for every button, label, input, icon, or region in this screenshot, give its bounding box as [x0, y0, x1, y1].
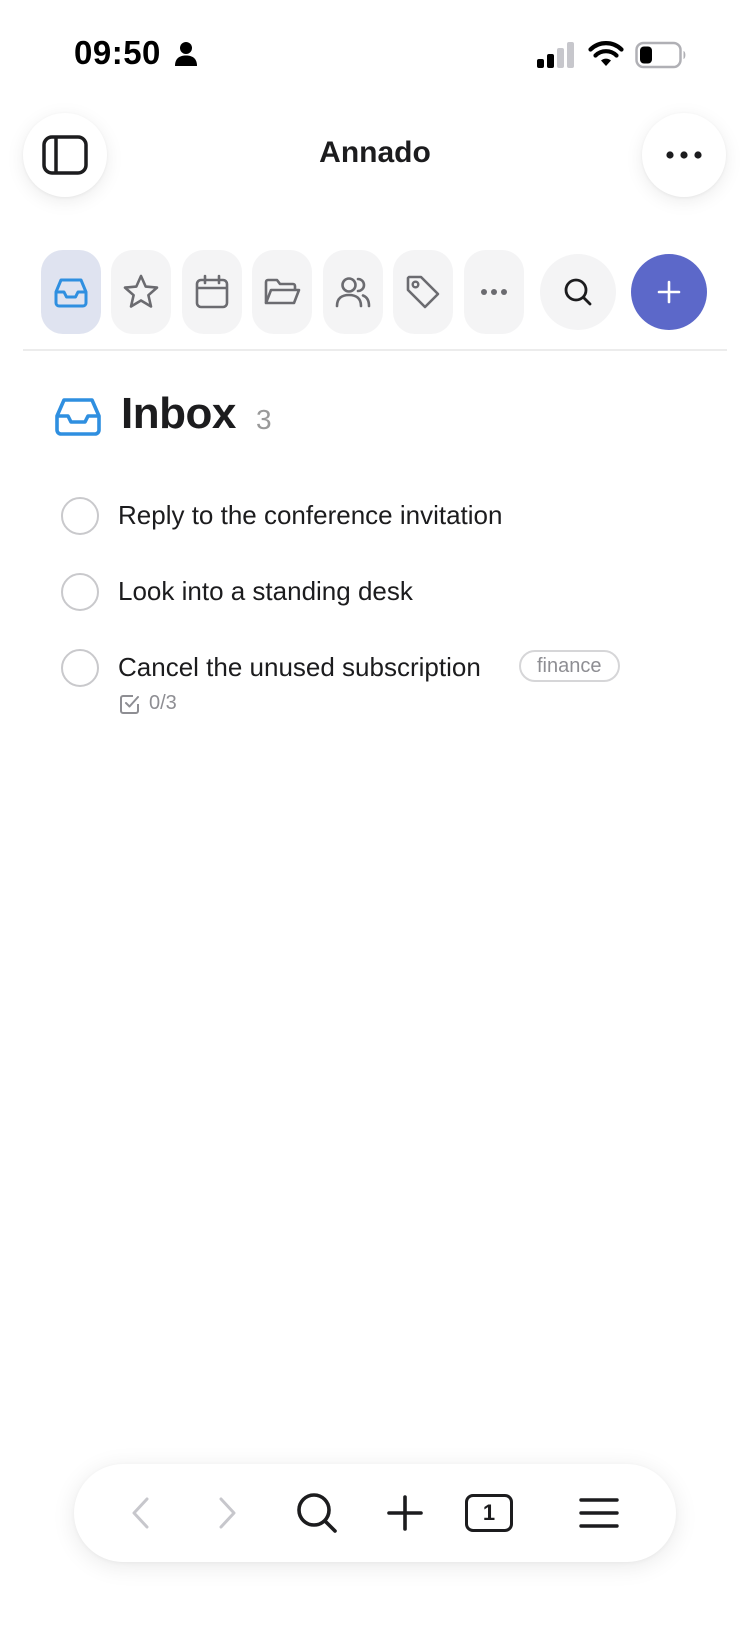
new-tab-button[interactable] — [370, 1464, 440, 1562]
ellipsis-icon — [481, 289, 507, 295]
task-checkbox[interactable] — [61, 497, 99, 535]
folder-icon — [264, 278, 301, 305]
tab-count: 1 — [482, 1500, 496, 1525]
task-title[interactable]: Cancel the unused subscription — [118, 652, 481, 683]
ellipsis-icon — [666, 151, 702, 159]
forward-button[interactable] — [198, 1464, 258, 1562]
status-bar: 09:50 — [0, 0, 750, 100]
tab-inbox[interactable] — [41, 250, 101, 334]
subtask-progress: 0/3 — [149, 692, 177, 714]
task-checkbox[interactable] — [61, 573, 99, 611]
app-title: Annado — [319, 136, 431, 169]
search-button[interactable] — [282, 1464, 352, 1562]
tab-calendar[interactable] — [182, 250, 242, 334]
task-checkbox[interactable] — [61, 649, 99, 687]
tab-people[interactable] — [323, 250, 383, 334]
task-count: 3 — [256, 404, 272, 435]
tab-more[interactable] — [464, 250, 524, 334]
plus-icon — [657, 280, 681, 304]
search-icon — [297, 1493, 337, 1533]
star-icon — [123, 274, 159, 308]
checklist-icon — [120, 695, 139, 714]
menu-button[interactable] — [564, 1464, 634, 1562]
cellular-signal-icon — [537, 42, 574, 68]
back-icon — [132, 1497, 149, 1529]
tag-icon — [406, 275, 440, 309]
inbox-icon — [55, 398, 101, 436]
divider — [23, 349, 727, 351]
wifi-icon — [588, 41, 624, 66]
person-icon — [175, 42, 197, 66]
inbox-icon — [54, 278, 88, 308]
back-button[interactable] — [110, 1464, 170, 1562]
search-button[interactable] — [540, 254, 616, 330]
page-title: Inbox — [121, 389, 236, 438]
add-task-button[interactable] — [631, 254, 707, 330]
tab-tags[interactable] — [393, 250, 453, 334]
tab-projects[interactable] — [252, 250, 312, 334]
plus-icon — [387, 1495, 423, 1531]
search-icon — [564, 278, 592, 306]
menu-icon — [579, 1498, 619, 1528]
tag-badge[interactable]: finance — [519, 650, 620, 682]
battery-icon — [635, 41, 686, 69]
tab-starred[interactable] — [111, 250, 171, 334]
tabs-icon: 1 — [465, 1494, 513, 1532]
task-title[interactable]: Look into a standing desk — [118, 576, 413, 607]
calendar-icon — [195, 274, 229, 309]
task-title[interactable]: Reply to the conference invitation — [118, 500, 502, 531]
status-time: 09:50 — [74, 34, 161, 71]
people-icon — [335, 277, 371, 308]
view-toolbar — [0, 250, 750, 334]
forward-icon — [219, 1497, 236, 1529]
browser-toolbar: 1 — [74, 1464, 676, 1562]
tabs-button[interactable]: 1 — [454, 1464, 524, 1562]
more-options-button[interactable] — [642, 113, 726, 197]
